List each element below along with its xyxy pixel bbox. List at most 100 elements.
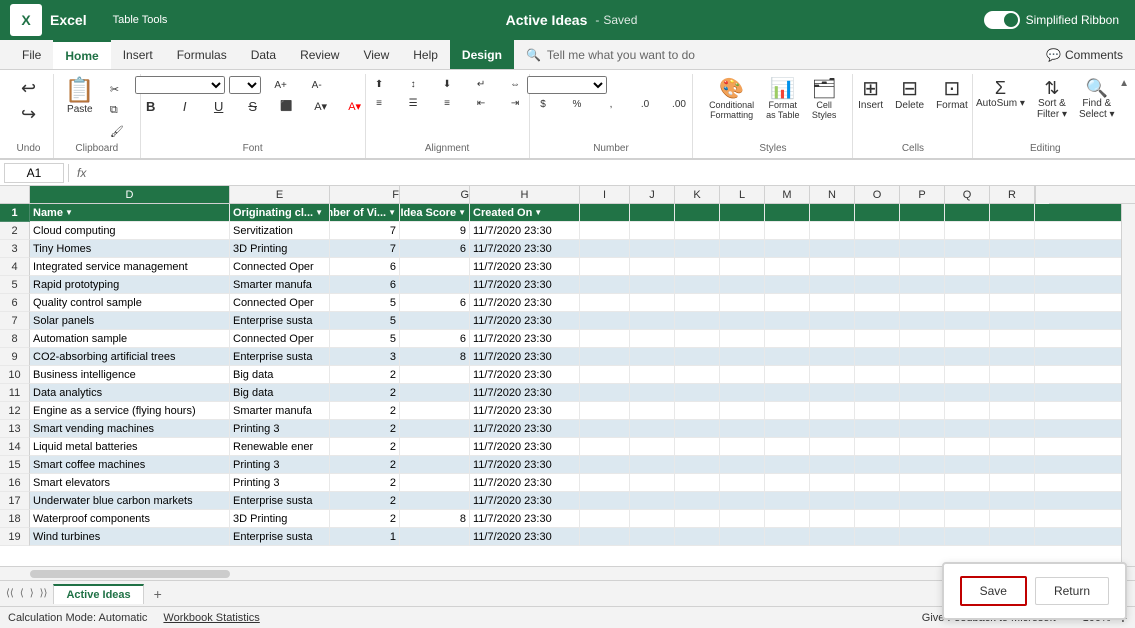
table-cell[interactable] (945, 312, 990, 329)
table-cell[interactable] (945, 528, 990, 545)
table-cell[interactable]: Enterprise susta (230, 312, 330, 329)
table-cell[interactable] (400, 384, 470, 401)
col-header-i[interactable]: I (580, 186, 630, 203)
table-cell[interactable]: 2 (330, 492, 400, 509)
increase-font-button[interactable]: A+ (265, 79, 297, 92)
table-cell[interactable] (765, 438, 810, 455)
table-cell[interactable]: 11/7/2020 23:30 (470, 258, 580, 275)
header-cell-createdon[interactable]: Created On ▼ (470, 204, 580, 221)
table-cell[interactable] (900, 312, 945, 329)
table-cell[interactable] (900, 438, 945, 455)
table-cell[interactable] (580, 384, 630, 401)
table-cell[interactable] (810, 330, 855, 347)
table-cell[interactable] (990, 294, 1035, 311)
table-cell[interactable] (580, 510, 630, 527)
table-cell[interactable] (580, 276, 630, 293)
table-cell[interactable]: 11/7/2020 23:30 (470, 276, 580, 293)
table-cell[interactable]: Big data (230, 366, 330, 383)
table-cell[interactable] (990, 510, 1035, 527)
table-cell[interactable] (900, 492, 945, 509)
table-cell[interactable]: Servitization (230, 222, 330, 239)
table-cell[interactable] (720, 438, 765, 455)
table-cell[interactable] (945, 276, 990, 293)
col-header-o[interactable]: O (855, 186, 900, 203)
table-cell[interactable]: 11/7/2020 23:30 (470, 510, 580, 527)
table-cell[interactable] (675, 402, 720, 419)
table-cell[interactable] (630, 258, 675, 275)
table-cell[interactable] (765, 294, 810, 311)
table-cell[interactable] (990, 258, 1035, 275)
table-cell[interactable] (630, 438, 675, 455)
table-cell[interactable]: 11/7/2020 23:30 (470, 528, 580, 545)
table-cell[interactable] (580, 420, 630, 437)
table-cell[interactable] (990, 528, 1035, 545)
sheet-nav-next[interactable]: ⟩ (28, 588, 36, 599)
table-cell[interactable] (990, 420, 1035, 437)
table-cell[interactable] (945, 402, 990, 419)
paste-button[interactable]: 📋 Paste (56, 76, 104, 141)
tab-design[interactable]: Design (450, 40, 514, 69)
table-cell[interactable]: 2 (330, 366, 400, 383)
table-cell[interactable]: 11/7/2020 23:30 (470, 366, 580, 383)
add-sheet-button[interactable]: + (148, 586, 168, 602)
table-cell[interactable] (675, 294, 720, 311)
table-cell[interactable] (765, 348, 810, 365)
table-cell[interactable] (810, 438, 855, 455)
table-cell[interactable] (855, 528, 900, 545)
align-center-button[interactable]: ☰ (397, 95, 429, 112)
table-cell[interactable] (400, 366, 470, 383)
table-cell[interactable] (400, 312, 470, 329)
table-cell[interactable] (900, 294, 945, 311)
sheet-nav-first[interactable]: ⟨⟨ (4, 588, 16, 599)
simplified-ribbon-toggle[interactable]: Simplified Ribbon (984, 11, 1119, 29)
table-cell[interactable] (720, 294, 765, 311)
tab-insert[interactable]: Insert (111, 40, 165, 69)
table-cell[interactable] (855, 330, 900, 347)
tab-help[interactable]: Help (401, 40, 450, 69)
table-cell[interactable]: 3D Printing (230, 240, 330, 257)
table-cell[interactable] (675, 420, 720, 437)
table-cell[interactable] (675, 528, 720, 545)
table-cell[interactable] (900, 384, 945, 401)
table-cell[interactable]: 11/7/2020 23:30 (470, 294, 580, 311)
table-cell[interactable] (945, 438, 990, 455)
table-cell[interactable] (400, 492, 470, 509)
tab-file[interactable]: File (10, 40, 53, 69)
table-cell[interactable] (675, 312, 720, 329)
table-cell[interactable] (765, 222, 810, 239)
table-cell[interactable] (580, 312, 630, 329)
table-cell[interactable] (630, 528, 675, 545)
table-cell[interactable] (855, 294, 900, 311)
table-cell[interactable] (580, 528, 630, 545)
table-cell[interactable]: 11/7/2020 23:30 (470, 312, 580, 329)
table-cell[interactable]: 2 (330, 420, 400, 437)
font-family-select[interactable] (135, 76, 225, 94)
save-button[interactable]: Save (960, 576, 1027, 606)
table-cell[interactable] (675, 366, 720, 383)
table-cell[interactable]: 2 (330, 456, 400, 473)
table-cell[interactable] (855, 240, 900, 257)
find-select-button[interactable]: 🔍 Find &Select ▾ (1075, 76, 1119, 123)
list-item[interactable]: Liquid metal batteriesRenewable ener211/… (30, 438, 1121, 456)
col-header-g[interactable]: G (400, 186, 470, 203)
table-cell[interactable] (945, 366, 990, 383)
table-cell[interactable] (810, 456, 855, 473)
table-cell[interactable] (855, 492, 900, 509)
col-header-q[interactable]: Q (945, 186, 990, 203)
table-cell[interactable] (945, 492, 990, 509)
table-cell[interactable] (765, 384, 810, 401)
table-cell[interactable]: CO2-absorbing artificial trees (30, 348, 230, 365)
table-cell[interactable] (855, 276, 900, 293)
formula-input[interactable] (94, 166, 1131, 180)
workbook-stats[interactable]: Workbook Statistics (163, 612, 259, 624)
table-cell[interactable] (810, 240, 855, 257)
table-cell[interactable] (720, 276, 765, 293)
table-cell[interactable]: 3 (330, 348, 400, 365)
table-cell[interactable]: 2 (330, 438, 400, 455)
tab-review[interactable]: Review (288, 40, 351, 69)
table-cell[interactable]: Connected Oper (230, 294, 330, 311)
percent-button[interactable]: % (561, 96, 593, 113)
col-header-l[interactable]: L (720, 186, 765, 203)
comments-button[interactable]: 💬 Comments (1034, 40, 1135, 69)
header-cell-ideascore[interactable]: Idea Score ▼ (400, 204, 470, 221)
